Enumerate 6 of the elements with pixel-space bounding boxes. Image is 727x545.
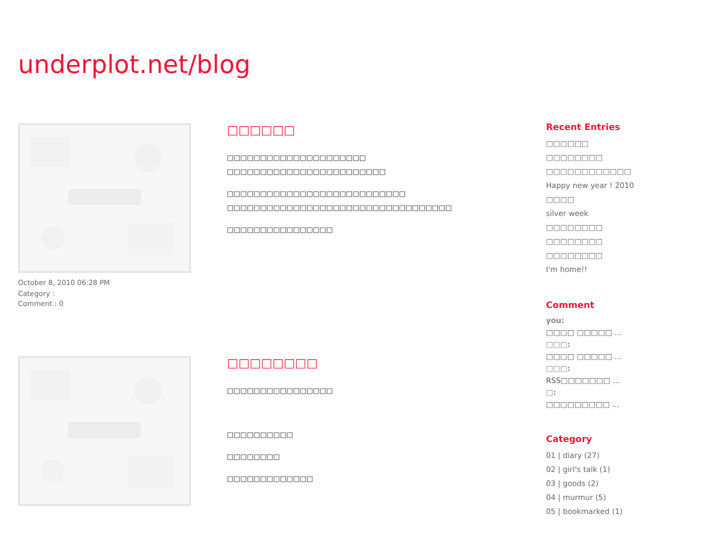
- post-title[interactable]: □□□□□□: [227, 123, 452, 137]
- site-title[interactable]: underplot.net/blog: [0, 0, 727, 81]
- sidebar-heading: Recent Entries: [546, 123, 622, 134]
- sidebar-heading: Comment: [546, 301, 596, 312]
- post-title[interactable]: □□□□□□□□: [227, 356, 333, 370]
- sidebar-heading: Category: [546, 435, 594, 446]
